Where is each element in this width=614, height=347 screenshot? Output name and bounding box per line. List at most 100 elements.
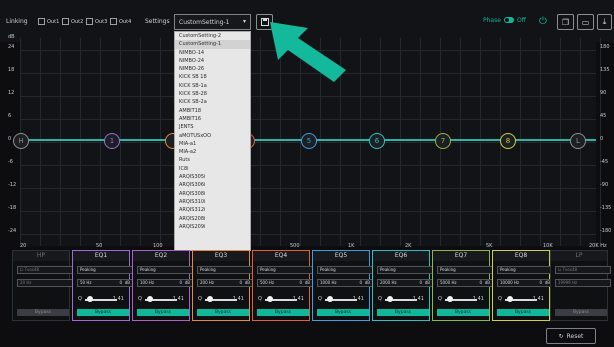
settings-select[interactable]: CustomSetting-1 ▾ — [174, 14, 251, 30]
eq-freq-gain-input[interactable]: 1000 Hz 0 dB — [317, 279, 373, 287]
y-left-tick: 24 — [8, 44, 15, 50]
out1-label: Out1 — [47, 18, 60, 25]
band-node-H[interactable]: H — [13, 133, 29, 149]
eq-q-slider-knob[interactable] — [267, 296, 273, 302]
dropdown-item[interactable]: ARQIS208i — [175, 215, 250, 223]
eq-freq-value: 1000 — [320, 280, 331, 285]
dropdown-item[interactable]: AMBIT16 — [175, 115, 250, 123]
reset-button[interactable]: ↻ Reset — [546, 328, 596, 344]
eq-q-value: 1.41 — [292, 296, 304, 302]
chevron-down-icon: ▾ — [242, 18, 246, 25]
eq-type-select[interactable]: Peaking — [377, 266, 433, 274]
eq-freq-gain-input[interactable]: 500 Hz 0 dB — [257, 279, 313, 287]
eq-bypass-button[interactable]: Bypass — [197, 309, 249, 316]
band-node-7[interactable]: 7 — [435, 133, 451, 149]
eq-type-select[interactable]: Peaking — [497, 266, 553, 274]
dropdown-item[interactable]: CustomSetting-2 — [175, 32, 250, 40]
eq-q-slider-knob[interactable] — [447, 296, 453, 302]
eq-q-slider-knob[interactable] — [387, 296, 393, 302]
eq-freq-gain-input[interactable]: 10000 Hz 0 dB — [497, 279, 553, 287]
eq-q-slider-knob[interactable] — [147, 296, 153, 302]
eq-band-3: EQ3 Peaking 200 Hz 0 dB Q 1.41 Bypass — [192, 250, 253, 321]
out1-checkbox[interactable]: Out1 — [38, 18, 59, 25]
eq-q-slider-knob[interactable] — [327, 296, 333, 302]
eq-bypass-button[interactable]: Bypass — [317, 309, 369, 316]
dropdown-item[interactable]: ARQIS209i — [175, 223, 250, 231]
eq-freq-gain-input[interactable]: 200 Hz 0 dB — [197, 279, 253, 287]
eq-q-label: Q — [198, 296, 202, 302]
dropdown-item[interactable]: ARQIS312i — [175, 206, 250, 214]
eq-gain-value: 0 — [539, 280, 542, 285]
dropdown-item[interactable]: JENTS — [175, 123, 250, 131]
dropdown-item[interactable]: AMBIT18 — [175, 107, 250, 115]
eq-freq-gain-input[interactable]: 2000 Hz 0 dB — [377, 279, 433, 287]
dropdown-item[interactable]: NIMBO-24 — [175, 57, 250, 65]
dropdown-item[interactable]: ARQIS308i — [175, 190, 250, 198]
paste-icon[interactable]: ▭ — [577, 14, 594, 30]
dropdown-item[interactable]: IC8i — [175, 165, 250, 173]
y-right-tick: -135 — [600, 205, 612, 211]
dropdown-item[interactable]: KICK SB-1a — [175, 82, 250, 90]
band-node-6[interactable]: 6 — [369, 133, 385, 149]
settings-dropdown-list[interactable]: CustomSetting-2 CustomSetting-1 NIMBO-14 NI… — [174, 31, 251, 251]
eq-type-select[interactable]: Peaking — [137, 266, 193, 274]
band-node-L[interactable]: L — [570, 133, 586, 149]
band-node-5[interactable]: 5 — [301, 133, 317, 149]
hp-filter-select[interactable]: Li Tvos48 — [17, 266, 73, 274]
out3-checkbox[interactable]: Out3 — [86, 18, 107, 25]
eq-type-select[interactable]: Peaking — [257, 266, 313, 274]
copy-icon[interactable]: ❐ — [557, 14, 574, 30]
eq-freq-gain-input[interactable]: 100 Hz 0 dB — [137, 279, 193, 287]
dropdown-item[interactable]: KICK SB-2a — [175, 98, 250, 106]
eq-q-slider-knob[interactable] — [87, 296, 93, 302]
eq-bypass-button[interactable]: Bypass — [497, 309, 549, 316]
lp-filter-select[interactable]: Li Tvos48 — [555, 266, 611, 274]
y-left-tick: 0 — [8, 136, 12, 142]
eq-bypass-button[interactable]: Bypass — [437, 309, 489, 316]
dropdown-item[interactable]: NIMBO-26 — [175, 65, 250, 73]
dropdown-item[interactable]: NIMBO-14 — [175, 49, 250, 57]
eq-type-select[interactable]: Peaking — [317, 266, 373, 274]
eq-bypass-button[interactable]: Bypass — [377, 309, 429, 316]
eq-q-slider-knob[interactable] — [507, 296, 513, 302]
power-icon[interactable]: ⏻ — [536, 14, 550, 28]
lp-freq-input[interactable]: 19999 Hz — [555, 279, 611, 287]
dropdown-item[interactable]: KICK SB 18 — [175, 73, 250, 81]
y-right-tick: 180 — [600, 44, 610, 50]
dropdown-item[interactable]: CustomSetting-1 — [175, 40, 250, 49]
y-left-tick: -24 — [8, 228, 17, 234]
eq-freq-gain-input[interactable]: 5000 Hz 0 dB — [437, 279, 493, 287]
dropdown-item[interactable]: aMOTUSxOO — [175, 132, 250, 140]
dropdown-item[interactable]: ARQIS310i — [175, 198, 250, 206]
dropdown-item[interactable]: MIA-a1 — [175, 140, 250, 148]
out3-label: Out3 — [95, 18, 108, 25]
lp-bypass-button[interactable]: Bypass — [555, 309, 607, 316]
eq-type-select[interactable]: Peaking — [437, 266, 493, 274]
eq-bypass-button[interactable]: Bypass — [257, 309, 309, 316]
hp-section: HP Li Tvos48 20 Hz Bypass — [12, 250, 73, 321]
eq-q-label: Q — [138, 296, 142, 302]
export-icon[interactable]: ⤓ — [597, 14, 612, 30]
dropdown-item[interactable]: ARQIS306i — [175, 181, 250, 189]
eq-band-title: EQ5 — [312, 250, 370, 261]
eq-type-select[interactable]: Peaking — [197, 266, 253, 274]
band-node-8[interactable]: 8 — [500, 133, 516, 149]
dropdown-item[interactable]: Ruts — [175, 156, 250, 164]
eq-gain-unit: dB — [364, 280, 370, 285]
phase-toggle[interactable] — [504, 17, 514, 23]
eq-bypass-button[interactable]: Bypass — [77, 309, 129, 316]
eq-q-slider-knob[interactable] — [207, 296, 213, 302]
y-left-tick: 12 — [8, 90, 15, 96]
eq-bypass-button[interactable]: Bypass — [137, 309, 189, 316]
out4-checkbox[interactable]: Out4 — [110, 18, 131, 25]
eq-type-select[interactable]: Peaking — [77, 266, 133, 274]
hp-bypass-button[interactable]: Bypass — [17, 309, 69, 316]
out2-checkbox[interactable]: Out2 — [62, 18, 83, 25]
band-node-1[interactable]: 1 — [104, 133, 120, 149]
hp-freq-input[interactable]: 20 Hz — [17, 279, 73, 287]
dropdown-item[interactable]: MIA-a2 — [175, 148, 250, 156]
grid-vline — [120, 38, 121, 246]
dropdown-item[interactable]: ARQIS305i — [175, 173, 250, 181]
eq-freq-gain-input[interactable]: 50 Hz 0 dB — [77, 279, 133, 287]
dropdown-item[interactable]: KICK SB-28 — [175, 90, 250, 98]
